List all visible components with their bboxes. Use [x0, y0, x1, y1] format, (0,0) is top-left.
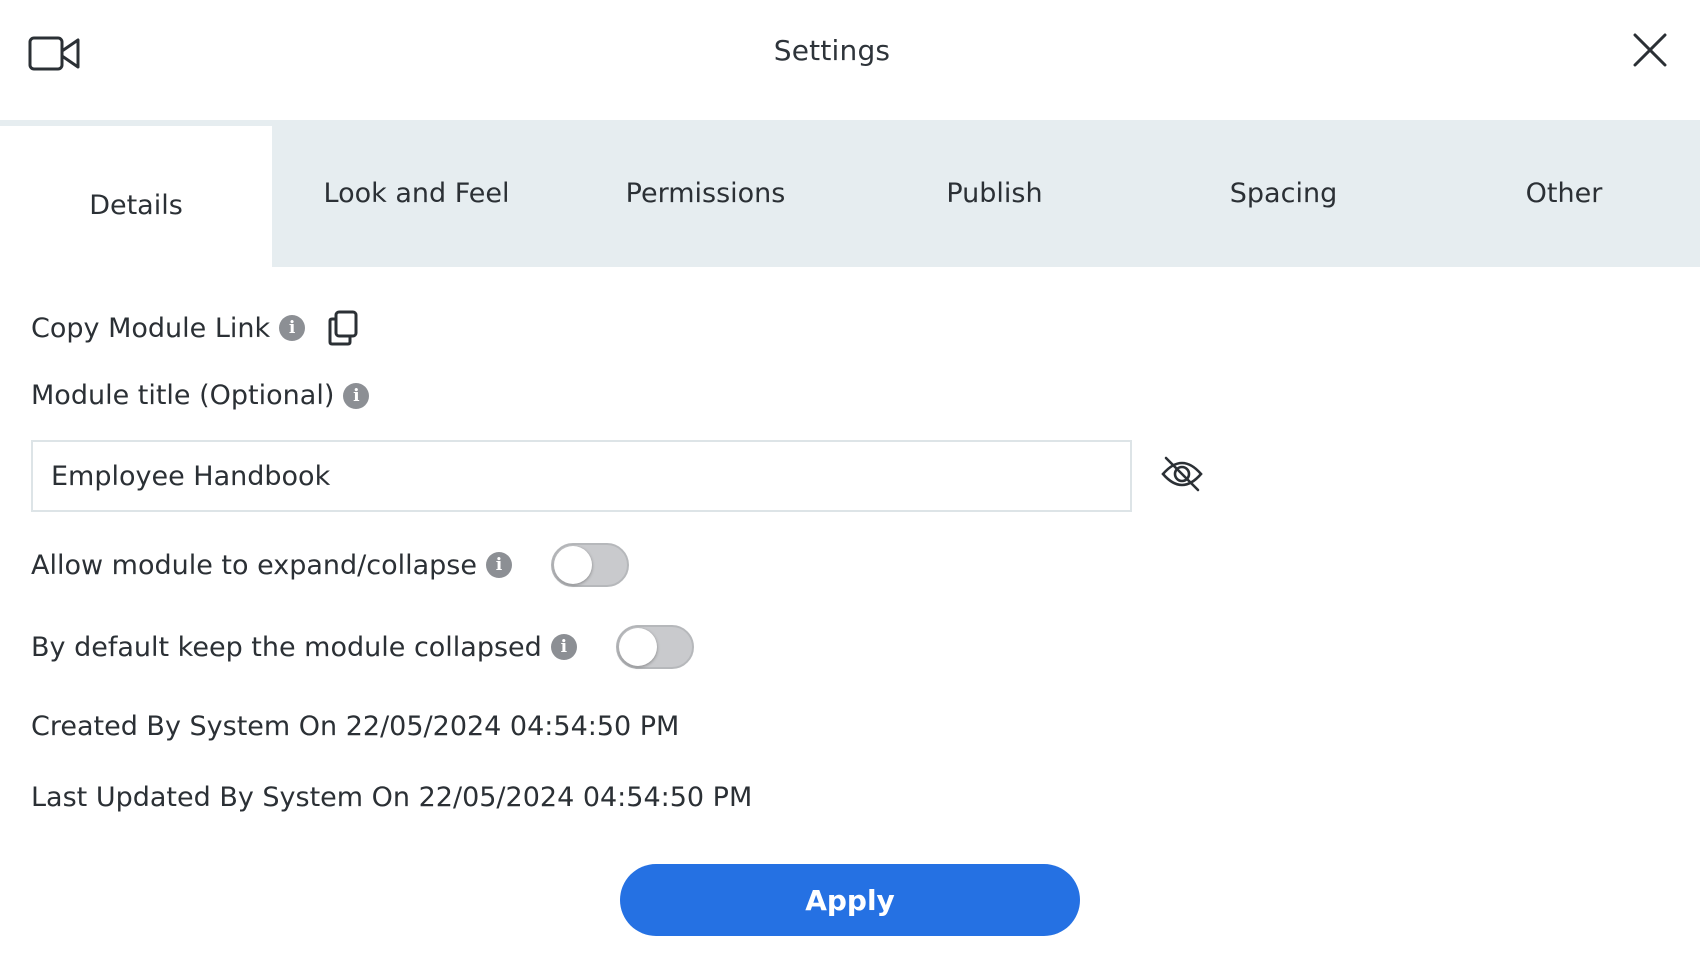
tab-spacing[interactable]: Spacing	[1139, 120, 1428, 267]
toggle-knob	[554, 546, 592, 584]
info-icon[interactable]: i	[343, 382, 370, 409]
dialog-title: Settings	[773, 34, 891, 67]
module-title-label: Module title (Optional)	[31, 380, 335, 411]
info-icon[interactable]: i	[279, 315, 306, 341]
tab-details-label: Details	[89, 190, 183, 221]
tab-other[interactable]: Other	[1428, 120, 1700, 267]
allow-expand-row: Allow module to expand/collapse i	[31, 543, 629, 587]
eye-slash-icon[interactable]	[1160, 454, 1204, 494]
copy-icon[interactable]	[327, 309, 361, 347]
copy-module-link-label: Copy Module Link	[31, 312, 271, 344]
created-info: Created By System On 22/05/2024 04:54:50…	[31, 711, 679, 742]
module-title-row: Module title (Optional) i	[31, 380, 370, 411]
tab-spacing-label: Spacing	[1229, 178, 1338, 209]
info-icon[interactable]: i	[550, 634, 577, 660]
default-collapsed-row: By default keep the module collapsed i	[31, 625, 694, 669]
allow-expand-label: Allow module to expand/collapse	[31, 549, 477, 581]
close-icon[interactable]	[1630, 30, 1670, 70]
tab-other-label: Other	[1525, 178, 1603, 209]
updated-text: Last Updated By System On 22/05/2024 04:…	[31, 782, 753, 813]
settings-tab-bar: Details Look and Feel Permissions Publis…	[0, 120, 1700, 273]
tab-permissions[interactable]: Permissions	[561, 120, 850, 267]
tab-publish-label: Publish	[946, 178, 1043, 209]
tab-details[interactable]: Details	[0, 126, 272, 273]
toggle-knob	[618, 628, 657, 666]
apply-button[interactable]: Apply	[620, 864, 1080, 936]
created-text: Created By System On 22/05/2024 04:54:50…	[31, 711, 680, 742]
module-title-field-wrapper	[31, 440, 1132, 512]
allow-expand-toggle[interactable]	[551, 543, 629, 587]
copy-module-link-row: Copy Module Link i	[31, 309, 361, 347]
default-collapsed-label: By default keep the module collapsed	[31, 631, 542, 663]
tab-look-and-feel-label: Look and Feel	[323, 178, 510, 209]
default-collapsed-toggle[interactable]	[615, 625, 694, 669]
tab-look-and-feel[interactable]: Look and Feel	[272, 120, 561, 267]
info-icon[interactable]: i	[486, 552, 512, 578]
dialog-header: Settings	[0, 0, 1700, 120]
tab-publish[interactable]: Publish	[850, 120, 1139, 267]
module-title-input[interactable]	[33, 442, 1130, 510]
tab-permissions-label: Permissions	[625, 178, 786, 209]
updated-info: Last Updated By System On 22/05/2024 04:…	[31, 782, 752, 813]
